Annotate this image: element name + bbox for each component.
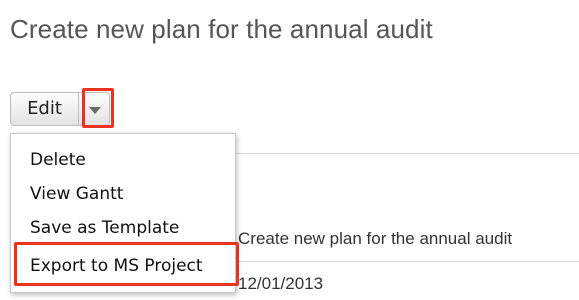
project-date-value: 12/01/2013	[238, 274, 324, 293]
menu-item-save-as-template[interactable]: Save as Template	[30, 218, 179, 238]
menu-item-delete[interactable]: Delete	[30, 150, 86, 170]
row-divider	[236, 261, 579, 262]
section-divider	[236, 153, 579, 154]
menu-item-view-gantt[interactable]: View Gantt	[30, 184, 123, 204]
action-button-group: Edit	[10, 92, 110, 126]
menu-item-export-to-ms-project[interactable]: Export to MS Project	[30, 256, 203, 276]
actions-dropdown-toggle[interactable]	[79, 93, 109, 125]
page-title: Create new plan for the annual audit	[10, 14, 433, 44]
actions-dropdown-menu: Delete View Gantt Save as Template Expor…	[10, 133, 236, 293]
edit-button[interactable]: Edit	[11, 93, 79, 125]
caret-down-icon	[89, 107, 101, 114]
project-name-value: Create new plan for the annual audit	[238, 229, 513, 248]
